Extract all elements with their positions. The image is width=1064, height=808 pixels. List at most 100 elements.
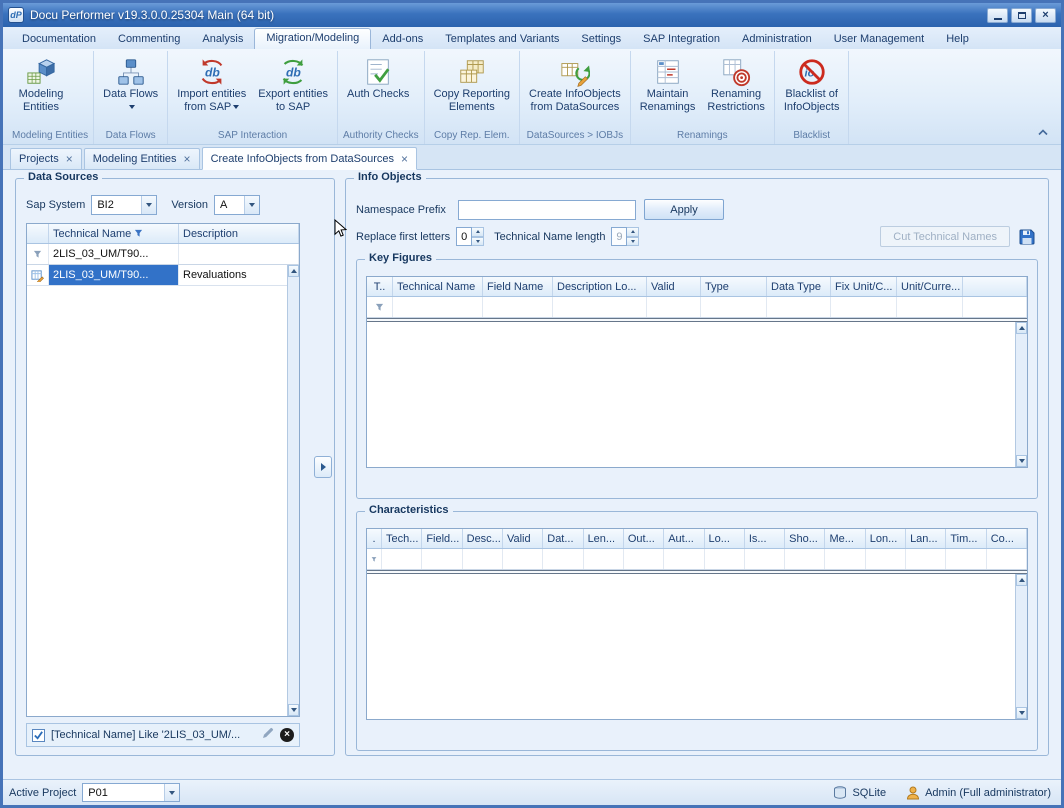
renaming-restrictions-button[interactable]: RenamingRestrictions (701, 51, 770, 116)
table-row[interactable]: 2LIS_03_UM/T90... Revaluations (27, 265, 299, 286)
close-icon[interactable]: × (184, 153, 191, 165)
menu-tab-add-ons[interactable]: Add-ons (371, 30, 434, 49)
import-entities-from-sap-button[interactable]: db Import entitiesfrom SAP (171, 51, 252, 116)
filter-cell[interactable] (897, 297, 963, 317)
scroll-down-icon[interactable] (1016, 455, 1027, 467)
scrollbar-track[interactable] (1016, 586, 1027, 707)
tab-projects[interactable]: Projects× (10, 148, 82, 169)
column-header[interactable]: Description Lo... (553, 277, 647, 296)
clear-filter-icon[interactable]: × (280, 728, 294, 742)
scrollbar-track[interactable] (288, 277, 299, 704)
replace-first-letters-value[interactable]: 0 (456, 227, 472, 246)
vertical-scrollbar[interactable] (1015, 322, 1027, 467)
auth-checks-button[interactable]: Auth Checks (341, 51, 415, 103)
save-button[interactable] (1016, 226, 1038, 247)
filter-cell[interactable] (543, 549, 583, 569)
filter-cell[interactable] (382, 549, 422, 569)
column-header[interactable]: Me... (825, 529, 865, 548)
replace-first-letters-spinner[interactable]: 0 (456, 227, 484, 246)
copy-reporting-elements-button[interactable]: Copy ReportingElements (428, 51, 516, 116)
modeling-entities-button[interactable]: ModelingEntities (10, 51, 72, 116)
edit-filter-icon[interactable] (262, 726, 274, 744)
column-header[interactable]: Fix Unit/C... (831, 277, 897, 296)
filter-cell[interactable] (906, 549, 946, 569)
column-header[interactable]: Lo... (705, 529, 745, 548)
tab-create-infoobjects-from-datasources[interactable]: Create InfoObjects from DataSources× (202, 147, 417, 170)
description-filter-cell[interactable] (179, 244, 299, 264)
menu-tab-commenting[interactable]: Commenting (107, 30, 191, 49)
column-header[interactable]: Aut... (664, 529, 704, 548)
spin-up-icon[interactable] (627, 227, 639, 237)
transfer-right-button[interactable] (314, 456, 332, 478)
apply-button[interactable]: Apply (644, 199, 724, 220)
sap-system-select[interactable]: BI2 (91, 195, 157, 215)
collapse-ribbon-button[interactable] (1035, 125, 1051, 139)
scroll-up-icon[interactable] (288, 265, 299, 277)
column-header[interactable]: Valid (647, 277, 701, 296)
filter-cell[interactable] (422, 549, 462, 569)
column-header[interactable]: Field Name (483, 277, 553, 296)
close-icon[interactable]: × (401, 153, 408, 165)
close-icon[interactable]: × (66, 153, 73, 165)
column-header[interactable]: Sho... (785, 529, 825, 548)
chevron-down-icon[interactable] (244, 196, 259, 214)
technical-name-cell[interactable]: 2LIS_03_UM/T90... (49, 265, 179, 285)
column-header[interactable]: Technical Name (393, 277, 483, 296)
column-header[interactable]: Is... (745, 529, 785, 548)
data-flows-button[interactable]: Data Flows (97, 51, 164, 116)
filter-cell[interactable] (705, 549, 745, 569)
vertical-scrollbar[interactable] (287, 265, 299, 716)
menu-tab-templates-and-variants[interactable]: Templates and Variants (434, 30, 570, 49)
filter-cell[interactable] (463, 549, 503, 569)
menu-tab-help[interactable]: Help (935, 30, 980, 49)
close-button[interactable]: × (1035, 8, 1056, 23)
blacklist-of-infoobjects-button[interactable]: io Blacklist ofInfoObjects (778, 51, 846, 116)
spin-down-icon[interactable] (627, 237, 639, 247)
filter-cell[interactable] (701, 297, 767, 317)
filter-cell[interactable] (483, 297, 553, 317)
cut-technical-names-button[interactable]: Cut Technical Names (880, 226, 1010, 247)
technical-name-length-spinner[interactable]: 9 (611, 227, 639, 246)
menu-tab-analysis[interactable]: Analysis (191, 30, 254, 49)
filter-enabled-checkbox[interactable] (32, 729, 45, 742)
tab-modeling-entities[interactable]: Modeling Entities× (84, 148, 200, 169)
menu-tab-migration-modeling[interactable]: Migration/Modeling (254, 28, 371, 49)
filter-expression[interactable]: [Technical Name] Like '2LIS_03_UM/... (51, 729, 256, 741)
scrollbar-track[interactable] (1016, 334, 1027, 455)
filter-cell[interactable] (785, 549, 825, 569)
column-header[interactable]: Out... (624, 529, 664, 548)
column-header-technical-name[interactable]: Technical Name (49, 224, 179, 243)
chevron-down-icon[interactable] (164, 784, 179, 801)
column-header[interactable]: Tim... (946, 529, 986, 548)
vertical-scrollbar[interactable] (1015, 574, 1027, 719)
column-header[interactable]: T.. (367, 277, 393, 296)
active-project-select[interactable]: P01 (82, 783, 180, 802)
filter-cell[interactable] (584, 549, 624, 569)
scroll-up-icon[interactable] (1016, 574, 1027, 586)
scroll-down-icon[interactable] (288, 704, 299, 716)
scroll-down-icon[interactable] (1016, 707, 1027, 719)
filter-cell[interactable] (553, 297, 647, 317)
filter-cell[interactable] (745, 549, 785, 569)
filter-cell[interactable] (647, 297, 701, 317)
export-entities-to-sap-button[interactable]: db Export entitiesto SAP (252, 51, 334, 116)
column-header[interactable]: Type (701, 277, 767, 296)
column-header[interactable]: Valid (503, 529, 543, 548)
filter-cell[interactable] (767, 297, 831, 317)
menu-tab-settings[interactable]: Settings (570, 30, 632, 49)
create-infoobjects-from-datasources-button[interactable]: Create InfoObjectsfrom DataSources (523, 51, 627, 116)
minimize-button[interactable] (987, 8, 1008, 23)
column-header[interactable]: Lon... (866, 529, 906, 548)
menu-tab-user-management[interactable]: User Management (823, 30, 936, 49)
column-header[interactable]: Desc... (463, 529, 503, 548)
menu-tab-sap-integration[interactable]: SAP Integration (632, 30, 731, 49)
description-cell[interactable]: Revaluations (179, 265, 299, 285)
filter-cell[interactable] (393, 297, 483, 317)
chevron-down-icon[interactable] (141, 196, 156, 214)
column-header[interactable]: Tech... (382, 529, 422, 548)
filter-cell[interactable] (664, 549, 704, 569)
column-header[interactable]: Data Type (767, 277, 831, 296)
filter-cell[interactable] (825, 549, 865, 569)
column-header[interactable]: Co... (987, 529, 1027, 548)
scroll-up-icon[interactable] (1016, 322, 1027, 334)
